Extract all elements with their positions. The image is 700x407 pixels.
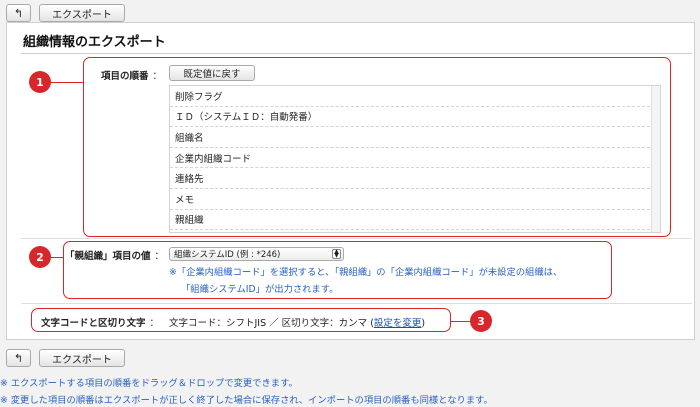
badge-1: 1: [29, 71, 51, 93]
section-divider: [21, 238, 692, 239]
parent-note-line1: ※「企業内組織コード」を選択すると、「親組織」の「企業内組織コード」が未設定の組…: [169, 267, 563, 278]
parent-note-line2: 「組織システムID」が出力されます。: [181, 284, 339, 295]
parent-label: 「親組織」項目の値：: [65, 248, 164, 262]
back-button[interactable]: ↰: [6, 4, 31, 22]
encoding-value: 文字コード：シフトJIS ／ 区切り文字：カンマ (設定を変更): [169, 315, 425, 329]
list-item[interactable]: 親組織: [170, 210, 660, 231]
list-item[interactable]: 企業内組織コード: [170, 148, 660, 169]
export-panel: 組織情報のエクスポート 1 項目の順番： 既定値に戻す 削除フラグ ＩＤ（システ…: [6, 22, 695, 340]
reset-default-button[interactable]: 既定値に戻す: [169, 65, 255, 81]
export-button[interactable]: エクスポート: [39, 349, 125, 367]
encoding-label: 文字コードと区切り文字：: [41, 315, 159, 329]
list-scrollbar[interactable]: [651, 86, 660, 232]
list-item[interactable]: 連絡先: [170, 168, 660, 189]
back-arrow-icon: ↰: [13, 351, 24, 365]
encoding-label-text: 文字コードと区切り文字: [41, 318, 146, 329]
encoding-value-text: 文字コード：シフトJIS ／ 区切り文字：カンマ (: [169, 318, 374, 329]
change-settings-link[interactable]: 設定を変更: [374, 318, 422, 329]
badge-1-connector: [51, 82, 83, 83]
select-updown-icon: ▲ ▼: [332, 249, 341, 259]
order-label-sep: ：: [152, 71, 163, 82]
title-divider: [21, 53, 692, 54]
list-item[interactable]: ＩＤ（システムＩＤ：自動発番）: [170, 107, 660, 128]
section-divider: [21, 303, 692, 304]
list-item[interactable]: 削除フラグ: [170, 86, 660, 107]
list-item[interactable]: 組織名: [170, 127, 660, 148]
parent-label-sep: ：: [154, 251, 165, 262]
bottom-toolbar: ↰ エクスポート: [0, 347, 125, 369]
back-arrow-icon: ↰: [13, 6, 24, 20]
encoding-close-paren: ): [421, 318, 426, 329]
back-button[interactable]: ↰: [6, 349, 31, 367]
badge-3-connector: [451, 321, 470, 322]
parent-value-select[interactable]: 組織システムID (例 : *246) ▲ ▼: [169, 247, 344, 261]
parent-select-value: 組織システムID (例 : *246): [174, 250, 281, 260]
top-toolbar: ↰ エクスポート: [0, 2, 125, 24]
badge-3: 3: [470, 310, 492, 332]
badge-2: 2: [29, 246, 51, 268]
page-title: 組織情報のエクスポート: [23, 35, 166, 50]
footer-note-save: ※ 変更した項目の順番はエクスポートが正しく終了した場合に保存され、インポートの…: [0, 395, 493, 406]
order-list[interactable]: 削除フラグ ＩＤ（システムＩＤ：自動発番） 組織名 企業内組織コード 連絡先 メ…: [169, 85, 661, 233]
order-label: 項目の順番：: [101, 68, 162, 82]
encoding-label-sep: ：: [149, 318, 160, 329]
order-label-text: 項目の順番: [101, 71, 149, 82]
footer-note-drag: ※ エクスポートする項目の順番をドラッグ＆ドロップで変更できます。: [0, 378, 298, 389]
parent-label-text: 「親組織」項目の値: [65, 251, 151, 262]
list-item[interactable]: メモ: [170, 189, 660, 210]
badge-2-connector: [51, 257, 63, 258]
export-button[interactable]: エクスポート: [39, 4, 125, 22]
